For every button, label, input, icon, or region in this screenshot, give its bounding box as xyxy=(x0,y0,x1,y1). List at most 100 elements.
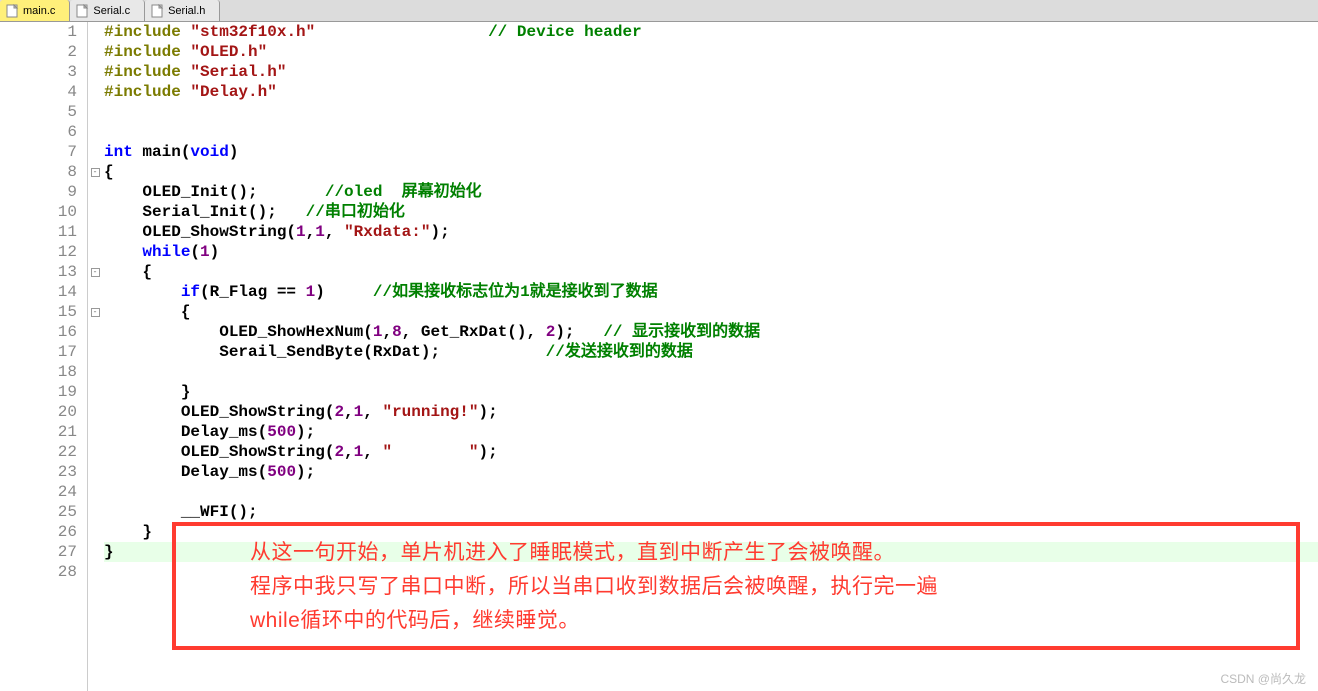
line-number: 6 xyxy=(0,122,77,142)
fold-marker-slot: - xyxy=(88,302,102,322)
fold-marker-slot xyxy=(88,422,102,442)
fold-marker-slot xyxy=(88,122,102,142)
line-number: 21 xyxy=(0,422,77,442)
fold-marker-slot: - xyxy=(88,262,102,282)
code-line[interactable]: Delay_ms(500); xyxy=(104,462,1318,482)
code-line[interactable] xyxy=(104,362,1318,382)
fold-marker-slot xyxy=(88,222,102,242)
line-number: 1 xyxy=(0,22,77,42)
tab-main-c[interactable]: main.c xyxy=(0,0,70,21)
code-line[interactable] xyxy=(104,102,1318,122)
fold-marker-slot xyxy=(88,522,102,542)
line-number: 8 xyxy=(0,162,77,182)
code-line[interactable]: Serial_Init(); //串口初始化 xyxy=(104,202,1318,222)
file-icon xyxy=(76,4,89,18)
line-number: 2 xyxy=(0,42,77,62)
fold-marker-slot xyxy=(88,62,102,82)
tab-label: Serial.c xyxy=(93,5,130,17)
tab-bar: main.c Serial.c Serial.h xyxy=(0,0,1318,22)
file-icon xyxy=(151,4,164,18)
code-line[interactable]: { xyxy=(104,262,1318,282)
line-number-gutter: 1234567891011121314151617181920212223242… xyxy=(0,22,88,691)
fold-toggle-icon[interactable]: - xyxy=(91,168,100,177)
watermark: CSDN @尚久龙 xyxy=(1220,670,1306,687)
line-number: 28 xyxy=(0,562,77,582)
code-line[interactable]: { xyxy=(104,302,1318,322)
line-number: 3 xyxy=(0,62,77,82)
tab-label: main.c xyxy=(23,5,55,17)
code-line[interactable]: #include "Serial.h" xyxy=(104,62,1318,82)
code-line[interactable]: #include "Delay.h" xyxy=(104,82,1318,102)
fold-marker-slot xyxy=(88,22,102,42)
file-icon xyxy=(6,4,19,18)
fold-marker-slot xyxy=(88,102,102,122)
code-line[interactable]: OLED_ShowHexNum(1,8, Get_RxDat(), 2); //… xyxy=(104,322,1318,342)
tab-label: Serial.h xyxy=(168,5,205,17)
tab-serial-c[interactable]: Serial.c xyxy=(70,0,145,21)
fold-marker-slot xyxy=(88,342,102,362)
line-number: 12 xyxy=(0,242,77,262)
line-number: 17 xyxy=(0,342,77,362)
line-number: 26 xyxy=(0,522,77,542)
code-line[interactable]: OLED_Init(); //oled 屏幕初始化 xyxy=(104,182,1318,202)
line-number: 25 xyxy=(0,502,77,522)
fold-marker-slot xyxy=(88,82,102,102)
line-number: 9 xyxy=(0,182,77,202)
code-line[interactable]: } xyxy=(104,382,1318,402)
line-number: 4 xyxy=(0,82,77,102)
fold-marker-slot xyxy=(88,482,102,502)
fold-marker-slot xyxy=(88,242,102,262)
code-line[interactable]: Serail_SendByte(RxDat); //发送接收到的数据 xyxy=(104,342,1318,362)
code-line[interactable]: OLED_ShowString(2,1, "running!"); xyxy=(104,402,1318,422)
fold-marker-slot xyxy=(88,382,102,402)
fold-marker-slot xyxy=(88,442,102,462)
fold-marker-slot xyxy=(88,402,102,422)
fold-marker-slot xyxy=(88,562,102,582)
code-line[interactable]: while(1) xyxy=(104,242,1318,262)
code-line[interactable]: } xyxy=(104,542,1318,562)
fold-marker-slot xyxy=(88,362,102,382)
code-line[interactable]: OLED_ShowString(1,1, "Rxdata:"); xyxy=(104,222,1318,242)
fold-marker-slot xyxy=(88,322,102,342)
fold-marker-slot xyxy=(88,542,102,562)
fold-marker-slot xyxy=(88,502,102,522)
line-number: 15 xyxy=(0,302,77,322)
line-number: 5 xyxy=(0,102,77,122)
line-number: 27 xyxy=(0,542,77,562)
fold-toggle-icon[interactable]: - xyxy=(91,308,100,317)
line-number: 7 xyxy=(0,142,77,162)
fold-marker-slot xyxy=(88,142,102,162)
line-number: 18 xyxy=(0,362,77,382)
code-line[interactable]: __WFI(); xyxy=(104,502,1318,522)
line-number: 16 xyxy=(0,322,77,342)
line-number: 23 xyxy=(0,462,77,482)
line-number: 20 xyxy=(0,402,77,422)
fold-toggle-icon[interactable]: - xyxy=(91,268,100,277)
fold-marker-slot xyxy=(88,182,102,202)
code-line[interactable]: OLED_ShowString(2,1, " "); xyxy=(104,442,1318,462)
line-number: 19 xyxy=(0,382,77,402)
code-line[interactable] xyxy=(104,122,1318,142)
line-number: 24 xyxy=(0,482,77,502)
code-line[interactable]: Delay_ms(500); xyxy=(104,422,1318,442)
fold-marker-slot xyxy=(88,282,102,302)
line-number: 11 xyxy=(0,222,77,242)
code-line[interactable]: if(R_Flag == 1) //如果接收标志位为1就是接收到了数据 xyxy=(104,282,1318,302)
fold-marker-slot xyxy=(88,202,102,222)
code-line[interactable] xyxy=(104,482,1318,502)
code-line[interactable] xyxy=(104,562,1318,582)
code-line[interactable]: int main(void) xyxy=(104,142,1318,162)
line-number: 22 xyxy=(0,442,77,462)
code-area[interactable]: #include "stm32f10x.h" // Device header#… xyxy=(102,22,1318,691)
code-line[interactable]: #include "OLED.h" xyxy=(104,42,1318,62)
line-number: 14 xyxy=(0,282,77,302)
fold-marker-slot xyxy=(88,42,102,62)
code-line[interactable]: } xyxy=(104,522,1318,542)
code-line[interactable]: { xyxy=(104,162,1318,182)
fold-marker-slot xyxy=(88,462,102,482)
fold-column: - - - xyxy=(88,22,102,691)
code-editor[interactable]: 1234567891011121314151617181920212223242… xyxy=(0,22,1318,691)
code-line[interactable]: #include "stm32f10x.h" // Device header xyxy=(104,22,1318,42)
line-number: 13 xyxy=(0,262,77,282)
tab-serial-h[interactable]: Serial.h xyxy=(145,0,220,21)
